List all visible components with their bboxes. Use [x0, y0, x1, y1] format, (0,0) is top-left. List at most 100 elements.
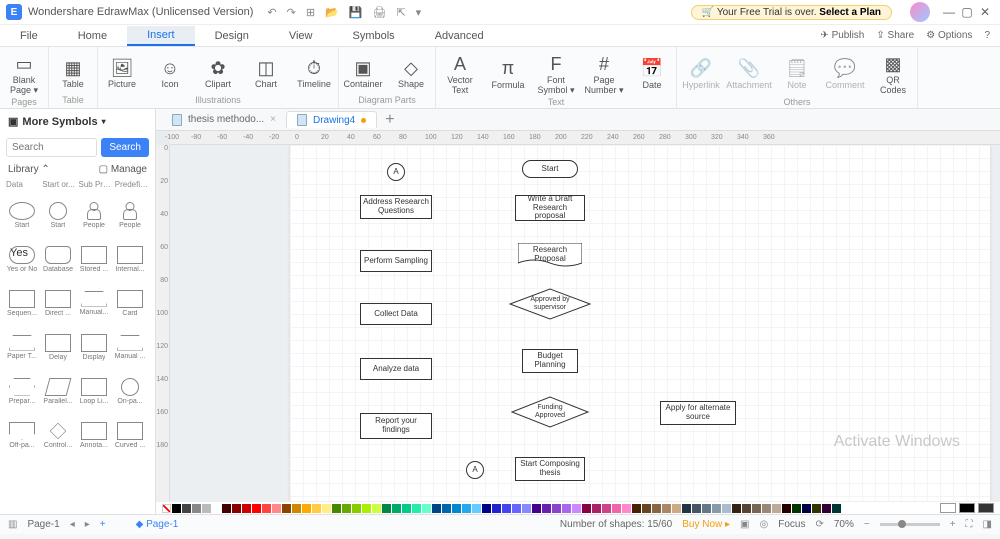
- color-swatch[interactable]: [172, 504, 181, 513]
- color-swatch[interactable]: [732, 504, 741, 513]
- color-swatch[interactable]: [662, 504, 671, 513]
- color-swatch[interactable]: [562, 504, 571, 513]
- flowchart-shape[interactable]: Start Composing thesis: [515, 457, 585, 481]
- shape-database[interactable]: Database: [40, 237, 76, 281]
- menu-right-publish[interactable]: ✈ Publish: [820, 30, 864, 41]
- doc-tab[interactable]: thesis methodo...×: [162, 112, 286, 128]
- color-swatch[interactable]: [192, 504, 201, 513]
- zoom-slider[interactable]: [880, 523, 940, 526]
- shape-delay[interactable]: Delay: [40, 325, 76, 369]
- menu-right-options[interactable]: ⚙ Options: [926, 30, 972, 41]
- open-icon[interactable]: 📂: [325, 6, 339, 19]
- menu-advanced[interactable]: Advanced: [415, 27, 504, 45]
- user-avatar[interactable]: [910, 2, 930, 22]
- color-swatch[interactable]: [282, 504, 291, 513]
- menu-symbols[interactable]: Symbols: [333, 27, 415, 45]
- panels-icon[interactable]: ◨: [983, 519, 992, 530]
- color-swatch[interactable]: [372, 504, 381, 513]
- color-swatch[interactable]: [442, 504, 451, 513]
- color-swatch[interactable]: [312, 504, 321, 513]
- color-swatch[interactable]: [392, 504, 401, 513]
- shape-people[interactable]: People: [112, 193, 148, 237]
- add-tab-icon[interactable]: +: [377, 111, 402, 129]
- page-indicator[interactable]: ◆ Page-1: [136, 519, 179, 530]
- next-page-icon[interactable]: ▸: [85, 519, 90, 530]
- save-icon[interactable]: 💾: [349, 6, 363, 19]
- menu-view[interactable]: View: [269, 27, 333, 45]
- color-swatch[interactable]: [652, 504, 661, 513]
- color-swatch[interactable]: [182, 504, 191, 513]
- flowchart-shape[interactable]: Address Research Questions: [360, 195, 432, 219]
- color-swatch[interactable]: [262, 504, 271, 513]
- buy-now-link[interactable]: Buy Now ▸: [682, 519, 730, 530]
- shape-offpa[interactable]: Off-pa...: [4, 413, 40, 457]
- color-swatch[interactable]: [612, 504, 621, 513]
- flowchart-shape[interactable]: Research Proposal: [518, 243, 582, 267]
- color-swatch[interactable]: [502, 504, 511, 513]
- color-swatch[interactable]: [642, 504, 651, 513]
- ribbon-font[interactable]: FFontSymbol ▾: [532, 49, 580, 96]
- print-icon[interactable]: 🖨: [372, 6, 386, 19]
- minimize-icon[interactable]: —: [940, 5, 958, 19]
- prev-page-icon[interactable]: ◂: [70, 519, 75, 530]
- shape-manual[interactable]: Manual...: [76, 281, 112, 325]
- color-swatch[interactable]: [712, 504, 721, 513]
- color-swatch[interactable]: [792, 504, 801, 513]
- library-toggle[interactable]: Library ⌃: [8, 164, 50, 175]
- shape-annota[interactable]: Annota...: [76, 413, 112, 457]
- color-swatch[interactable]: [832, 504, 841, 513]
- color-swatch[interactable]: [592, 504, 601, 513]
- menu-right-share[interactable]: ⇪ Share: [876, 30, 914, 41]
- ribbon-formula[interactable]: πFormula: [484, 49, 532, 96]
- color-swatch[interactable]: [252, 504, 261, 513]
- flowchart-shape[interactable]: Funding Approved: [512, 397, 588, 427]
- color-swatch[interactable]: [222, 504, 231, 513]
- flowchart-shape[interactable]: Analyze data: [360, 358, 432, 380]
- trial-banner[interactable]: 🛒 Your Free Trial is over. Select a Plan: [691, 5, 892, 20]
- redo-icon[interactable]: ↷: [287, 6, 296, 19]
- ribbon-table[interactable]: ▦Table: [49, 49, 97, 94]
- zoom-in-icon[interactable]: +: [950, 519, 956, 530]
- page-name[interactable]: Page-1: [27, 519, 59, 530]
- color-swatch[interactable]: [762, 504, 771, 513]
- category-tab[interactable]: Data: [6, 180, 40, 189]
- menu-insert[interactable]: Insert: [127, 26, 195, 46]
- color-swatch[interactable]: [512, 504, 521, 513]
- manage-button[interactable]: ▢ Manage: [99, 164, 147, 175]
- ribbon-chart[interactable]: ◫Chart: [242, 49, 290, 94]
- color-swatch[interactable]: [202, 504, 211, 513]
- color-swatch[interactable]: [352, 504, 361, 513]
- color-swatch[interactable]: [672, 504, 681, 513]
- menu-file[interactable]: File: [0, 27, 58, 45]
- color-swatch[interactable]: [582, 504, 591, 513]
- color-swatch[interactable]: [572, 504, 581, 513]
- page-list-icon[interactable]: ▥: [8, 519, 17, 530]
- add-page-icon[interactable]: +: [100, 519, 106, 530]
- color-swatch[interactable]: [682, 504, 691, 513]
- doc-tab[interactable]: Drawing4: [286, 111, 377, 128]
- color-swatch[interactable]: [822, 504, 831, 513]
- color-swatch[interactable]: [722, 504, 731, 513]
- ribbon-icon[interactable]: ☺Icon: [146, 49, 194, 94]
- fullscreen-icon[interactable]: ⛶: [966, 519, 973, 530]
- ribbon-container[interactable]: ▣Container: [339, 49, 387, 94]
- undo-icon[interactable]: ↶: [267, 6, 276, 19]
- new-icon[interactable]: ⊞: [306, 6, 315, 19]
- color-swatch[interactable]: [742, 504, 751, 513]
- color-picker[interactable]: [978, 503, 994, 513]
- shape-parallel[interactable]: Parallel...: [40, 369, 76, 413]
- shape-prepar[interactable]: Prepar...: [4, 369, 40, 413]
- ribbon-vector[interactable]: AVectorText: [436, 49, 484, 96]
- export-icon[interactable]: ⇱: [396, 6, 405, 19]
- ribbon-clipart[interactable]: ✿Clipart: [194, 49, 242, 94]
- color-swatch[interactable]: [302, 504, 311, 513]
- color-swatch[interactable]: [632, 504, 641, 513]
- more-icon[interactable]: ▾: [416, 6, 422, 19]
- color-swatch[interactable]: [782, 504, 791, 513]
- symbol-search-input[interactable]: [6, 138, 97, 157]
- ribbon-shape[interactable]: ◇Shape: [387, 49, 435, 94]
- color-swatch[interactable]: [772, 504, 781, 513]
- ribbon-page[interactable]: #PageNumber ▾: [580, 49, 628, 96]
- category-tab[interactable]: Sub Pro...: [79, 180, 113, 189]
- ribbon-timeline[interactable]: ⏱Timeline: [290, 49, 338, 94]
